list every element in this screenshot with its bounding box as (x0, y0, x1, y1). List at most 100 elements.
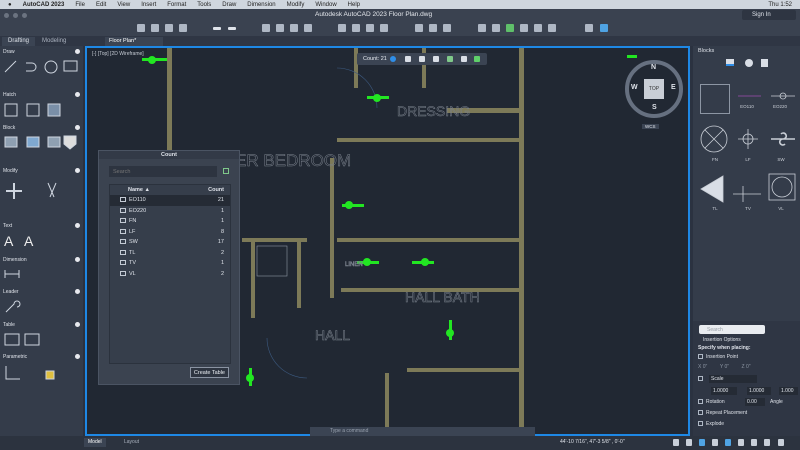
undo-icon[interactable] (213, 27, 221, 30)
tool-icon-5[interactable] (534, 24, 542, 32)
table-row[interactable]: EO220 1 (110, 206, 230, 217)
viewport-controls[interactable]: [-] [Top] [2D Wireframe] (92, 51, 144, 57)
menu-edit[interactable]: Edit (96, 2, 106, 8)
block-thumbnails[interactable] (693, 46, 800, 226)
open-icon[interactable] (151, 24, 159, 32)
scale-checkbox[interactable] (698, 376, 703, 382)
tab-model[interactable]: Model (84, 438, 106, 447)
tool-icon-3[interactable] (506, 24, 514, 32)
zoom-icon[interactable] (415, 24, 423, 32)
sheet-set-icon[interactable] (290, 24, 298, 32)
viewcube[interactable]: TOP N S E W (625, 60, 683, 118)
viewcube-top[interactable]: TOP (644, 79, 664, 99)
layer-icon[interactable] (352, 24, 360, 32)
orbit-icon[interactable] (443, 24, 451, 32)
menu-help[interactable]: Help (348, 2, 360, 8)
plot-icon[interactable] (262, 24, 270, 32)
snap-icon[interactable] (686, 439, 692, 446)
tool-icon-2[interactable] (492, 24, 500, 32)
count-field-icon[interactable] (447, 56, 453, 62)
grid-icon[interactable] (673, 439, 679, 446)
scale-z-field[interactable]: 1.000 (779, 387, 798, 395)
column-count[interactable]: Count (208, 185, 224, 195)
next-arrow-icon[interactable] (419, 56, 425, 62)
compass-w[interactable]: W (631, 84, 638, 91)
publish-icon[interactable] (276, 24, 284, 32)
minimize-window-button[interactable] (13, 12, 18, 18)
design-center-icon[interactable] (380, 24, 388, 32)
scale-y-field[interactable]: 1.0000 (747, 387, 771, 395)
batch-plot-icon[interactable] (304, 24, 312, 32)
apple-icon[interactable]: ● (8, 2, 12, 8)
pan-icon[interactable] (429, 24, 437, 32)
menu-insert[interactable]: Insert (141, 2, 156, 8)
ortho-icon[interactable] (699, 439, 705, 446)
save-icon[interactable] (165, 24, 173, 32)
explode-checkbox[interactable] (698, 421, 703, 427)
scale-dropdown[interactable]: Scale (709, 375, 757, 383)
menu-file[interactable]: File (75, 2, 85, 8)
table-row[interactable]: EO110 21 (110, 195, 230, 206)
menu-view[interactable]: View (117, 2, 130, 8)
new-icon[interactable] (137, 24, 145, 32)
tool-icon-6[interactable] (548, 24, 556, 32)
redo-icon[interactable] (228, 27, 236, 30)
expand-icon[interactable] (223, 168, 229, 174)
menu-tools[interactable]: Tools (197, 2, 211, 8)
save-as-icon[interactable] (179, 24, 187, 32)
properties-icon[interactable] (338, 24, 346, 32)
tab-drafting[interactable]: Drafting (2, 37, 36, 46)
menu-modify[interactable]: Modify (287, 2, 305, 8)
compass-e[interactable]: E (671, 84, 676, 91)
annotation-icon[interactable] (738, 439, 744, 446)
previous-arrow-icon[interactable] (405, 56, 411, 62)
blocks-search-input[interactable] (699, 325, 765, 334)
block-icon (120, 270, 126, 276)
wcs-menu[interactable]: WCS (642, 124, 659, 129)
repeat-placement-checkbox[interactable] (698, 410, 703, 416)
tab-modeling[interactable]: Modeling (36, 37, 72, 46)
compass-s[interactable]: S (652, 104, 657, 111)
send-icon[interactable] (600, 24, 608, 32)
command-line-input[interactable]: Type a command (310, 427, 535, 436)
count-search-input[interactable] (109, 166, 217, 177)
zoom-to-icon[interactable] (433, 56, 439, 62)
info-icon[interactable] (389, 55, 396, 62)
table-row[interactable]: TV 1 (110, 258, 230, 269)
table-row[interactable]: FN 1 (110, 216, 230, 227)
table-row[interactable]: TL 2 (110, 248, 230, 259)
column-name[interactable]: Name ▲ (128, 185, 150, 195)
menu-window[interactable]: Window (315, 2, 336, 8)
match-icon[interactable] (366, 24, 374, 32)
rotation-checkbox[interactable] (698, 399, 703, 405)
app-menu[interactable]: AutoCAD 2023 (23, 2, 65, 8)
table-row[interactable]: LF 8 (110, 227, 230, 238)
annotation-scale-icon[interactable] (751, 439, 757, 446)
sign-in-button[interactable]: Sign In (742, 10, 796, 20)
insertion-options-header[interactable]: Insertion Options (703, 337, 741, 343)
insertion-point-checkbox[interactable] (698, 354, 703, 360)
menu-format[interactable]: Format (167, 2, 186, 8)
compass-n[interactable]: N (651, 64, 656, 71)
scale-x-field[interactable]: 1.0000 (711, 387, 737, 395)
workspace-icon[interactable] (764, 439, 770, 446)
share-icon[interactable] (585, 24, 593, 32)
polar-icon[interactable] (712, 439, 718, 446)
tab-layout[interactable]: Layout (120, 438, 143, 447)
file-tab-floor-plan[interactable]: Floor Plan* (105, 37, 163, 46)
table-row[interactable]: VL 2 (110, 269, 230, 280)
tool-icon-1[interactable] (478, 24, 486, 32)
tool-icon-4[interactable] (520, 24, 528, 32)
menu-dimension[interactable]: Dimension (247, 2, 275, 8)
tool-icons[interactable]: A A + (0, 46, 83, 450)
menu-draw[interactable]: Draw (222, 2, 236, 8)
zoom-window-button[interactable] (22, 12, 27, 18)
osnap-icon[interactable] (725, 439, 731, 446)
settings-gear-icon[interactable] (778, 439, 784, 446)
table-row[interactable]: SW 17 (110, 237, 230, 248)
table-insert-icon[interactable] (461, 56, 467, 62)
check-icon[interactable] (474, 56, 480, 62)
create-table-button[interactable]: Create Table (189, 367, 229, 378)
close-window-button[interactable] (4, 12, 9, 18)
rotation-field[interactable]: 0.00 (745, 398, 765, 406)
